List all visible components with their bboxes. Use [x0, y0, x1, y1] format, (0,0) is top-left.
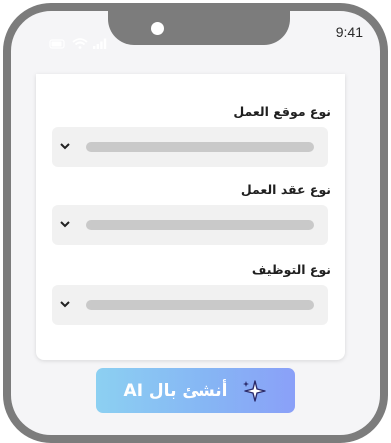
camera-icon: [151, 22, 164, 35]
chevron-down-icon: [60, 221, 70, 228]
job-form-card: نوع موقع العمل نوع عقد العمل نوع التوظيف: [36, 74, 345, 360]
phone-notch: [108, 11, 290, 45]
select-placeholder-bar: [86, 142, 314, 152]
select-placeholder-bar: [86, 300, 314, 310]
contract-type-select[interactable]: [52, 205, 328, 245]
employment-type-label: نوع التوظيف: [251, 262, 331, 277]
status-icons: [49, 38, 107, 49]
generate-with-ai-button[interactable]: أنشئ بال AI: [96, 368, 295, 413]
work-location-label: نوع موقع العمل: [233, 104, 331, 119]
chevron-down-icon: [60, 143, 70, 150]
status-time: 9:41: [335, 24, 363, 40]
contract-type-label: نوع عقد العمل: [240, 182, 331, 197]
work-location-select[interactable]: [52, 127, 328, 167]
signal-icon: [93, 38, 107, 49]
sparkle-icon: [243, 379, 267, 402]
employment-type-select[interactable]: [52, 285, 328, 325]
wifi-icon: [72, 38, 88, 49]
battery-icon: [49, 38, 65, 49]
select-placeholder-bar: [86, 220, 314, 230]
chevron-down-icon: [60, 301, 70, 308]
generate-with-ai-label: أنشئ بال AI: [123, 380, 228, 401]
